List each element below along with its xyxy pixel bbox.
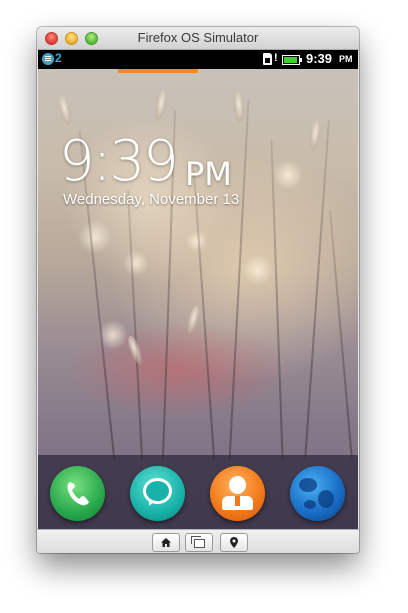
geolocation-button[interactable] [220, 533, 248, 552]
wallpaper-seedhead [125, 334, 145, 366]
home-icon [161, 538, 171, 547]
wallpaper-seedhead [307, 119, 323, 151]
system-accent-bar [118, 69, 198, 73]
globe-icon-land [304, 500, 316, 509]
status-bar: 2 ! 9:39 PM [38, 50, 358, 69]
app-dock [38, 455, 358, 529]
location-pin-icon [230, 537, 238, 548]
lockscreen-date: Wednesday, November 13 [63, 191, 240, 208]
wallpaper-grass [126, 190, 144, 460]
wallpaper-seedhead [56, 94, 74, 126]
battery-level [284, 57, 297, 63]
sim-alert: ! [274, 52, 278, 64]
windows-icon [191, 536, 205, 548]
wallpaper-grass [304, 120, 330, 460]
wallpaper-seedhead [232, 91, 246, 123]
status-time: 9:39 [306, 51, 333, 66]
lockscreen-ampm: PM [185, 155, 232, 193]
globe-icon-land [318, 490, 334, 508]
simulator-toolbar [37, 529, 359, 553]
globe-icon [299, 478, 317, 492]
title-bar: Firefox OS Simulator [37, 27, 359, 50]
person-icon-tie [235, 496, 240, 506]
lockscreen-clock: 9:39 [59, 129, 179, 194]
wallpaper-bokeh [123, 250, 149, 276]
wallpaper-seedhead [153, 89, 169, 121]
home-button[interactable] [152, 533, 180, 552]
person-icon [229, 476, 246, 494]
phone-icon [67, 482, 89, 506]
battery-icon [282, 55, 302, 65]
notifications-icon[interactable] [42, 53, 54, 65]
speech-bubble-inner [146, 481, 169, 501]
wallpaper-bokeh [78, 220, 112, 254]
sim-card-icon [263, 53, 272, 65]
wallpaper-bokeh [273, 160, 303, 190]
window-title: Firefox OS Simulator [137, 30, 259, 45]
contacts-app-button[interactable] [210, 466, 265, 521]
browser-app-button[interactable] [290, 466, 345, 521]
wallpaper-grass [329, 210, 353, 460]
status-ampm: PM [339, 54, 353, 64]
wallpaper-seedhead [184, 304, 202, 336]
simulator-window: Firefox OS Simulator 2 ! 9:39 PM 9:39 PM… [37, 27, 359, 553]
notification-count: 2 [55, 51, 62, 65]
phone-app-button[interactable] [50, 466, 105, 521]
messages-app-button[interactable] [130, 466, 185, 521]
wallpaper-bokeh [243, 255, 273, 285]
device-screen[interactable]: 2 ! 9:39 PM 9:39 PM Wednesday, November … [38, 50, 358, 529]
card-view-button[interactable] [185, 533, 213, 552]
